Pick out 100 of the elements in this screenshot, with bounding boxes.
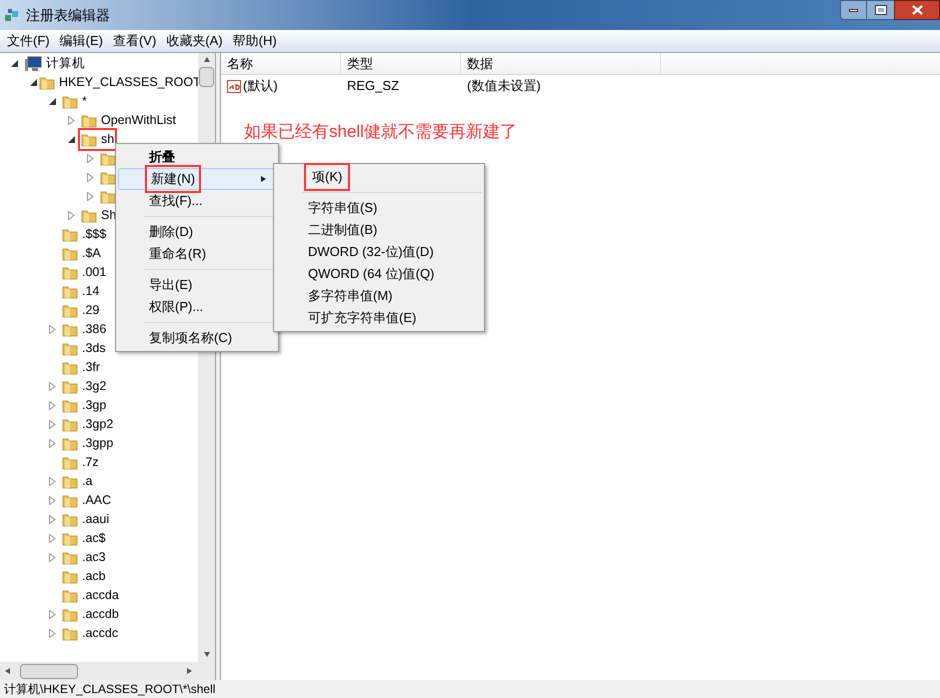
tree-item[interactable]: .3gp — [61, 396, 108, 415]
tree-item[interactable]: .ac3 — [61, 548, 107, 567]
collapsed-arrow-icon[interactable] — [68, 116, 75, 125]
tree-item[interactable]: .accda — [61, 586, 120, 605]
scroll-down-icon[interactable] — [202, 650, 210, 658]
folder-icon — [62, 398, 78, 414]
tree-item[interactable]: .3gpp — [61, 434, 114, 453]
tree-item[interactable]: .ac$ — [61, 529, 107, 548]
tree-item[interactable] — [99, 170, 117, 186]
tree-item[interactable]: HKEY_CLASSES_ROOT — [38, 73, 202, 92]
expanded-arrow-icon[interactable] — [11, 60, 18, 67]
tree-item[interactable]: .14 — [61, 282, 100, 301]
tree-label: .3fr — [82, 359, 100, 376]
folder-icon — [62, 360, 78, 376]
collapsed-arrow-icon[interactable] — [87, 154, 94, 163]
menu-item[interactable]: 收藏夹(A) — [161, 31, 228, 51]
maximize-button[interactable] — [867, 0, 894, 20]
tree-label: .acb — [82, 568, 106, 586]
menu-item[interactable]: 编辑(E) — [54, 31, 108, 51]
submenu-item[interactable]: QWORD (64 位)值(Q) — [276, 263, 482, 285]
collapsed-arrow-icon[interactable] — [49, 420, 56, 429]
submenu-item[interactable]: DWORD (32-位)值(D) — [276, 241, 482, 263]
scroll-right-icon[interactable] — [185, 667, 193, 675]
horizontal-scrollbar[interactable] — [0, 662, 215, 680]
submenu-item[interactable]: 多字符串值(M) — [276, 285, 482, 307]
tree-item[interactable]: 计算机 — [23, 54, 86, 73]
tree-label: OpenWithList — [101, 112, 176, 130]
tree-item[interactable]: .$$$ — [61, 225, 108, 244]
tree-item[interactable]: sh — [80, 130, 116, 149]
context-menu-item[interactable]: 查找(F)... — [118, 190, 276, 212]
menu-item[interactable]: 查看(V) — [108, 31, 162, 51]
collapsed-arrow-icon[interactable] — [87, 192, 94, 201]
tree-item[interactable]: .3gp2 — [61, 415, 114, 434]
context-menu-item[interactable]: 权限(P)... — [118, 296, 276, 318]
close-button[interactable] — [894, 0, 940, 20]
collapsed-arrow-icon[interactable] — [49, 382, 56, 391]
collapsed-arrow-icon[interactable] — [87, 173, 94, 182]
tree-item[interactable]: .acb — [61, 567, 107, 586]
tree-item[interactable]: .29 — [61, 301, 100, 320]
collapsed-arrow-icon[interactable] — [49, 515, 56, 524]
context-menu-item[interactable]: 折叠 — [118, 146, 276, 168]
tree-item[interactable]: .3fr — [61, 358, 102, 377]
context-menu-item[interactable]: 导出(E) — [118, 274, 276, 296]
collapsed-arrow-icon[interactable] — [49, 610, 56, 619]
folder-icon — [62, 530, 78, 546]
minimize-button[interactable] — [840, 0, 867, 20]
tree-label: .a — [82, 473, 92, 490]
collapsed-arrow-icon[interactable] — [49, 629, 56, 638]
scroll-thumb[interactable] — [20, 664, 78, 678]
column-header[interactable]: 类型 — [341, 53, 461, 74]
tree-item[interactable]: .001 — [61, 263, 108, 282]
collapsed-arrow-icon[interactable] — [49, 439, 56, 448]
submenu-item[interactable]: 项(K) — [276, 166, 482, 188]
tree-item[interactable]: .aaui — [61, 510, 110, 529]
annotation-text: 如果已经有shell健就不需要再新建了 — [244, 122, 517, 142]
tree-label: * — [82, 93, 87, 110]
submenu-item[interactable]: 可扩充字符串值(E) — [276, 307, 482, 329]
collapsed-arrow-icon[interactable] — [49, 553, 56, 562]
column-header[interactable]: 名称 — [221, 53, 341, 74]
collapsed-arrow-icon[interactable] — [49, 496, 56, 505]
tree-item[interactable] — [99, 188, 117, 204]
scroll-left-icon[interactable] — [4, 667, 12, 675]
tree-item[interactable]: .accdb — [61, 605, 120, 624]
collapsed-arrow-icon[interactable] — [68, 211, 75, 220]
submenu-item[interactable]: 二进制值(B) — [276, 219, 482, 241]
expanded-arrow-icon[interactable] — [49, 98, 56, 105]
tree-label: .$$$ — [82, 226, 106, 244]
tree-item[interactable]: OpenWithList — [80, 111, 178, 130]
collapsed-arrow-icon[interactable] — [49, 401, 56, 410]
context-menu-item[interactable]: 重命名(R) — [118, 243, 276, 265]
menu-item[interactable]: 文件(F) — [2, 31, 55, 51]
computer-icon — [24, 56, 42, 72]
close-icon — [912, 5, 922, 15]
tree-item[interactable]: .a — [61, 472, 94, 491]
tree-item[interactable]: .accdc — [61, 624, 120, 643]
context-menu-item[interactable]: 新建(N) — [118, 168, 276, 190]
column-header[interactable]: 数据 — [461, 53, 661, 74]
tree-item[interactable]: .AAC — [61, 491, 112, 510]
tree-item[interactable] — [99, 150, 117, 166]
tree-label: .3gp — [82, 397, 106, 414]
folder-icon — [62, 226, 78, 242]
context-menu-item[interactable]: 删除(D) — [118, 221, 276, 243]
menu-item[interactable]: 帮助(H) — [228, 31, 282, 51]
scroll-thumb[interactable] — [199, 67, 214, 87]
tree-item[interactable]: .386 — [61, 320, 108, 339]
tree-item[interactable]: .7z — [61, 453, 100, 472]
collapsed-arrow-icon[interactable] — [49, 534, 56, 543]
expanded-arrow-icon[interactable] — [68, 136, 75, 143]
tree-item[interactable]: .3g2 — [61, 377, 108, 396]
context-menu-item[interactable]: 复制项名称(C) — [118, 327, 276, 349]
tree-item[interactable]: .$A — [61, 244, 102, 263]
tree-label: .accda — [82, 587, 119, 604]
collapsed-arrow-icon[interactable] — [49, 325, 56, 334]
submenu-item[interactable]: 字符串值(S) — [276, 197, 482, 219]
registry-cubes-icon — [4, 7, 20, 23]
tree-item[interactable]: .3ds — [61, 339, 107, 358]
expanded-arrow-icon[interactable] — [30, 79, 37, 86]
scroll-up-icon[interactable] — [202, 56, 210, 64]
collapsed-arrow-icon[interactable] — [49, 477, 56, 486]
tree-item[interactable]: * — [61, 92, 88, 111]
